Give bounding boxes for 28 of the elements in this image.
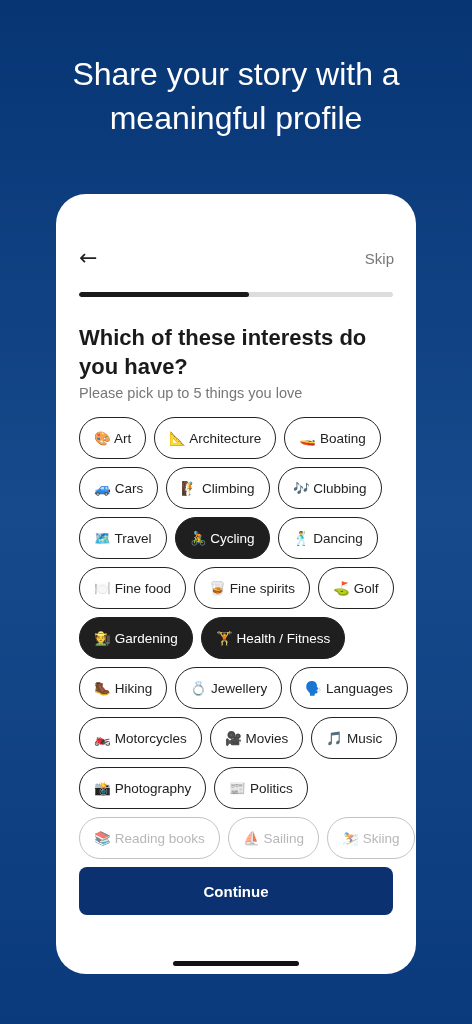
interest-chip[interactable]: 📰 Politics xyxy=(214,767,308,809)
interest-chip[interactable]: 🍽 Fine food xyxy=(79,567,187,609)
interest-chip[interactable]: 🎶 Clubbing xyxy=(277,467,382,509)
interest-chip[interactable]: 🧑‍🌾 Gardening xyxy=(79,617,193,659)
interest-chip[interactable]: 🎥 Movies xyxy=(209,717,304,759)
skip-link[interactable]: Skip xyxy=(364,249,394,267)
interest-chip[interactable]: 📸 Photography xyxy=(79,767,207,809)
interest-chip[interactable]: 🏍 Motorcycles xyxy=(79,717,202,759)
interest-chip[interactable]: 🚤 Boating xyxy=(284,417,381,459)
headline: Share your story with a meaningful profile xyxy=(71,55,401,138)
interest-chip[interactable]: 🥾 Hiking xyxy=(79,667,168,709)
continue-button[interactable]: Continue xyxy=(79,867,393,915)
interest-chip[interactable]: 🥃 Fine spirits xyxy=(194,567,311,609)
question-title: Which of these interests do you have? xyxy=(79,324,368,381)
interest-chip[interactable]: 🏋 Health / Fitness xyxy=(200,617,346,659)
interest-chip[interactable]: 💍 Jewellery xyxy=(175,667,283,709)
interest-chip[interactable]: 🚴 Cycling xyxy=(174,517,270,559)
interest-chip[interactable]: 🚙 Cars xyxy=(79,467,159,509)
interest-chip[interactable]: 🗺 Travel xyxy=(79,517,167,559)
back-button[interactable]: ← xyxy=(79,246,98,270)
interest-chip[interactable]: 🗣 Languages xyxy=(290,667,408,709)
interest-chip[interactable]: 🎨 Art xyxy=(79,417,147,459)
interest-chip[interactable]: 📐 Architecture xyxy=(154,417,277,459)
interest-chip[interactable]: 🎵 Music xyxy=(311,717,398,759)
subtitle: Please pick up to 5 things you love xyxy=(79,385,304,401)
interest-chip[interactable]: ⛳ Golf xyxy=(318,567,394,609)
interest-chip[interactable]: 🧗 Climbing xyxy=(166,467,270,509)
interest-chip[interactable]: 🕺 Dancing xyxy=(277,517,378,559)
